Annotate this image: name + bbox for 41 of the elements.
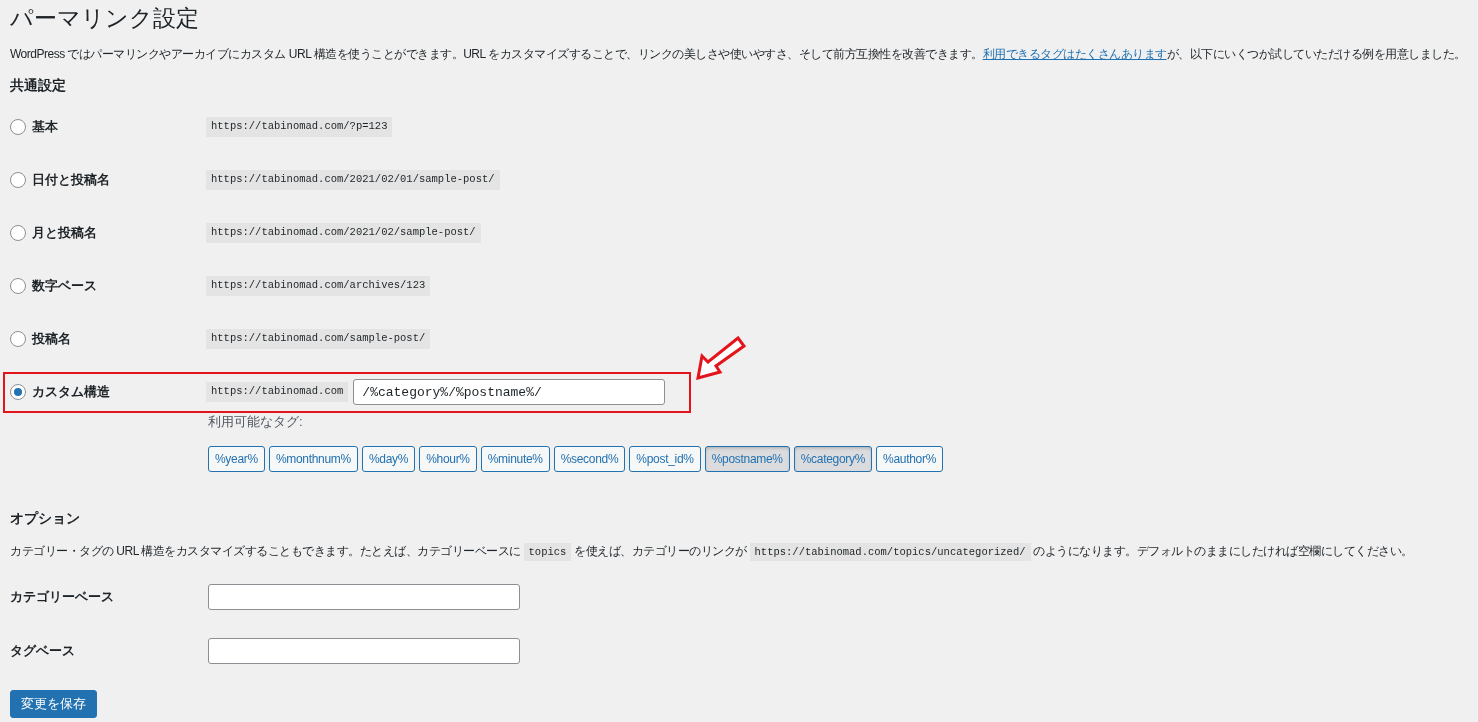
options-description: カテゴリー・タグの URL 構造をカスタマイズすることもできます。たとえば、カテゴリーベースに topics を使えば、カテゴリーのリンクが https://tabinomad.com/topics/uncategorized/ のようになります。デフォルトのままにしたければ空欄にしてください。 xyxy=(10,540,1413,563)
tags-link[interactable]: 利用できるタグはたくさんあります xyxy=(982,47,1167,61)
field-label: タグベース xyxy=(10,642,76,661)
url-example: https://tabinomad.com/?p=123 xyxy=(206,117,393,137)
section-heading: 共通設定 xyxy=(10,76,66,95)
option-label: カスタム構造 xyxy=(32,383,110,402)
tag-button[interactable]: %hour% xyxy=(419,446,477,472)
custom-structure-field[interactable]: /%category%/%postname%/ xyxy=(353,379,666,405)
radio-button[interactable] xyxy=(10,225,26,241)
option-label: 投稿名 xyxy=(32,330,71,349)
tag-button[interactable]: %author% xyxy=(876,446,944,472)
tag-button[interactable]: %day% xyxy=(361,446,416,472)
url-example: https://tabinomad.com/archives/123 xyxy=(206,276,431,296)
tag-button[interactable]: %postname% xyxy=(704,446,790,472)
radio-button[interactable] xyxy=(10,172,26,188)
radio-button[interactable] xyxy=(10,119,26,135)
field-label: カテゴリーベース xyxy=(10,588,115,607)
tag-button[interactable]: %year% xyxy=(208,446,265,472)
tags-label: 利用可能なタグ: xyxy=(208,413,303,431)
option-label: 数字ベース xyxy=(32,277,97,296)
radio-button[interactable] xyxy=(10,331,26,347)
url-example: https://tabinomad.com/2021/02/sample-post/ xyxy=(206,223,481,243)
tag-button[interactable]: %category% xyxy=(793,446,873,472)
url-example: https://tabinomad.com/sample-post/ xyxy=(206,329,431,349)
section-heading: オプション xyxy=(10,509,80,528)
tag-button[interactable]: %post_id% xyxy=(629,446,701,472)
page-title: パーマリンク設定 xyxy=(10,4,199,33)
url-example: https://tabinomad.com xyxy=(206,382,349,402)
tag-button[interactable]: %second% xyxy=(553,446,626,472)
save-button[interactable]: 変更を保存 xyxy=(10,690,97,718)
tag-button[interactable]: %monthnum% xyxy=(268,446,358,472)
input-field[interactable] xyxy=(208,584,520,610)
option-label: 月と投稿名 xyxy=(32,224,97,243)
url-example: https://tabinomad.com/2021/02/01/sample-post/ xyxy=(206,170,500,190)
intro-text: WordPress ではパーマリンクやアーカイブにカスタム URL 構造を使うことができます。URL をカスタマイズすることで、リンクの美しさや使いやすさ、そして前方互換性を改善できます。利用できるタグはたくさんありますが、以下にいくつか試していただける例を用意しました。 xyxy=(10,46,1466,63)
radio-button[interactable] xyxy=(10,278,26,294)
tag-button[interactable]: %minute% xyxy=(480,446,550,472)
option-label: 基本 xyxy=(32,118,58,137)
input-field[interactable] xyxy=(208,638,520,664)
option-label: 日付と投稿名 xyxy=(32,171,110,190)
radio-button[interactable] xyxy=(10,384,26,400)
